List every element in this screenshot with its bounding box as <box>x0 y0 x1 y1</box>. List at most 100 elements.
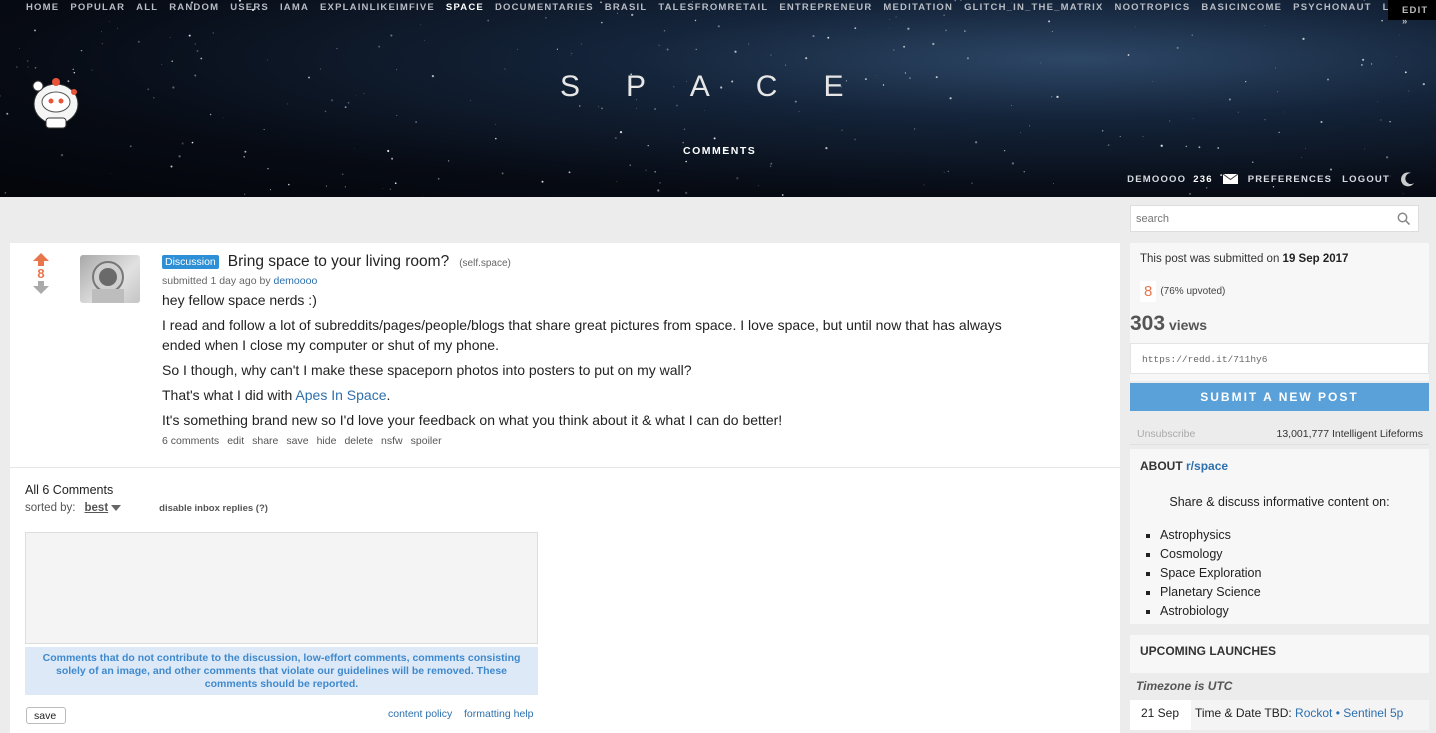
nav-link-glitch-in-the-matrix[interactable]: GLITCH_IN_THE_MATRIX <box>964 2 1103 13</box>
star <box>396 114 398 116</box>
star <box>685 191 688 195</box>
username-link[interactable]: DEMOOOO <box>1127 174 1186 185</box>
star <box>1275 67 1277 69</box>
downvote-arrow-icon[interactable] <box>33 281 49 294</box>
main-content: 8 Discussion Bring space to your living … <box>10 243 1120 733</box>
apes-in-space-link[interactable]: Apes In Space <box>295 387 386 403</box>
sidebar-score: 8 <box>1140 281 1157 302</box>
post-action-share[interactable]: share <box>252 435 278 447</box>
shortlink-field[interactable]: https://redd.it/711hy6 <box>1130 343 1429 374</box>
nav-link-talesfromretail[interactable]: TALESFROMRETAIL <box>658 2 768 13</box>
formatting-help-link[interactable]: formatting help <box>464 708 533 720</box>
star <box>675 104 678 107</box>
star <box>504 68 506 70</box>
comments-area: All 6 Comments sorted by: best disable i… <box>25 483 1115 724</box>
star <box>330 99 334 102</box>
star <box>658 44 660 46</box>
edit-subscriptions-button[interactable]: EDIT » <box>1388 0 1436 27</box>
nav-link-space[interactable]: SPACE <box>446 2 484 13</box>
star <box>914 128 916 130</box>
star <box>1245 80 1247 83</box>
star <box>137 40 140 43</box>
star <box>344 106 347 109</box>
star <box>191 141 194 144</box>
star <box>495 137 497 140</box>
star <box>355 94 357 96</box>
star <box>1019 132 1021 134</box>
comment-textarea[interactable] <box>25 532 538 644</box>
tab-comments[interactable]: COMMENTS <box>683 145 756 157</box>
nav-link-nootropics[interactable]: NOOTROPICS <box>1115 2 1191 13</box>
star <box>570 52 573 55</box>
nav-link-meditation[interactable]: MEDITATION <box>883 2 953 13</box>
post-action-nsfw[interactable]: nsfw <box>381 435 403 447</box>
star <box>244 150 247 153</box>
launch-link[interactable]: Rockot • Sentinel 5p <box>1295 706 1403 720</box>
post-action-hide[interactable]: hide <box>317 435 337 447</box>
vote-column: 8 <box>32 253 50 294</box>
star <box>161 64 163 65</box>
star <box>18 47 20 49</box>
upvote-arrow-icon[interactable] <box>33 253 49 266</box>
star <box>1381 19 1383 22</box>
post-title[interactable]: Bring space to your living room? <box>228 253 449 271</box>
star <box>1101 129 1104 132</box>
submit-new-post-button[interactable]: SUBMIT A NEW POST <box>1130 383 1429 411</box>
subreddit-link[interactable]: r/space <box>1186 459 1228 473</box>
post-action-edit[interactable]: edit <box>227 435 244 447</box>
search-box <box>1130 205 1419 232</box>
content-policy-link[interactable]: content policy <box>388 708 452 720</box>
nav-link-iama[interactable]: IAMA <box>280 2 309 13</box>
star <box>34 29 36 32</box>
post-entry: Discussion Bring space to your living ro… <box>162 253 1042 447</box>
star <box>100 31 102 33</box>
search-input[interactable] <box>1131 206 1381 231</box>
post-action-6-comments[interactable]: 6 comments <box>162 435 219 447</box>
post-thumbnail[interactable] <box>80 255 140 303</box>
nav-link-psychonaut[interactable]: PSYCHONAUT <box>1293 2 1372 13</box>
reddit-astronaut-logo-icon[interactable] <box>26 70 86 132</box>
star <box>798 111 800 113</box>
post-action-save[interactable]: save <box>286 435 308 447</box>
subreddit-nav: HOME POPULAR ALL RANDOM USERS IAMA EXPLAINLIKE… <box>26 2 1436 13</box>
nav-link-random[interactable]: RANDOM <box>169 2 219 13</box>
logout-link[interactable]: LOGOUT <box>1342 174 1390 185</box>
author-link[interactable]: demoooo <box>274 275 318 287</box>
post-action-spoiler[interactable]: spoiler <box>411 435 442 447</box>
post-flair[interactable]: Discussion <box>162 255 219 269</box>
nav-link-basicincome[interactable]: BASICINCOME <box>1201 2 1282 13</box>
star <box>110 173 112 174</box>
unsubscribe-button[interactable]: Unsubscribe <box>1137 428 1195 440</box>
nav-link-all[interactable]: ALL <box>136 2 158 13</box>
nav-link-entrepreneur[interactable]: ENTREPRENEUR <box>779 2 872 13</box>
star <box>717 25 720 28</box>
star <box>424 40 425 41</box>
star <box>1404 71 1407 74</box>
preferences-link[interactable]: PREFERENCES <box>1248 174 1332 185</box>
nav-link-brasil[interactable]: BRASIL <box>605 2 648 13</box>
star <box>194 43 197 45</box>
star <box>812 35 815 38</box>
star <box>171 60 173 62</box>
chevron-down-icon[interactable] <box>111 505 122 511</box>
save-comment-button[interactable]: save <box>26 707 66 724</box>
nav-link-users[interactable]: USERS <box>230 2 269 13</box>
comment-guideline-notice: Comments that do not contribute to the d… <box>25 647 538 695</box>
star <box>336 47 338 50</box>
nav-link-popular[interactable]: POPULAR <box>70 2 125 13</box>
topic-item: Astrobiology <box>1160 602 1261 621</box>
nav-link-explainlikeimfive[interactable]: EXPLAINLIKEIMFIVE <box>320 2 435 13</box>
star <box>904 72 906 74</box>
nav-link-documentaries[interactable]: DOCUMENTARIES <box>495 2 594 13</box>
site-title[interactable]: SPACE <box>560 70 876 104</box>
post-domain[interactable]: (self.space) <box>459 258 511 269</box>
post-action-delete[interactable]: delete <box>344 435 373 447</box>
mail-icon[interactable] <box>1222 174 1238 184</box>
nav-link-home[interactable]: HOME <box>26 2 59 13</box>
disable-inbox-replies[interactable]: disable inbox replies (?) <box>159 503 268 514</box>
star <box>1048 20 1051 23</box>
moon-night-mode-icon[interactable] <box>1400 171 1416 187</box>
star <box>267 167 269 170</box>
sort-dropdown[interactable]: best <box>85 502 109 514</box>
search-icon[interactable] <box>1397 212 1410 225</box>
